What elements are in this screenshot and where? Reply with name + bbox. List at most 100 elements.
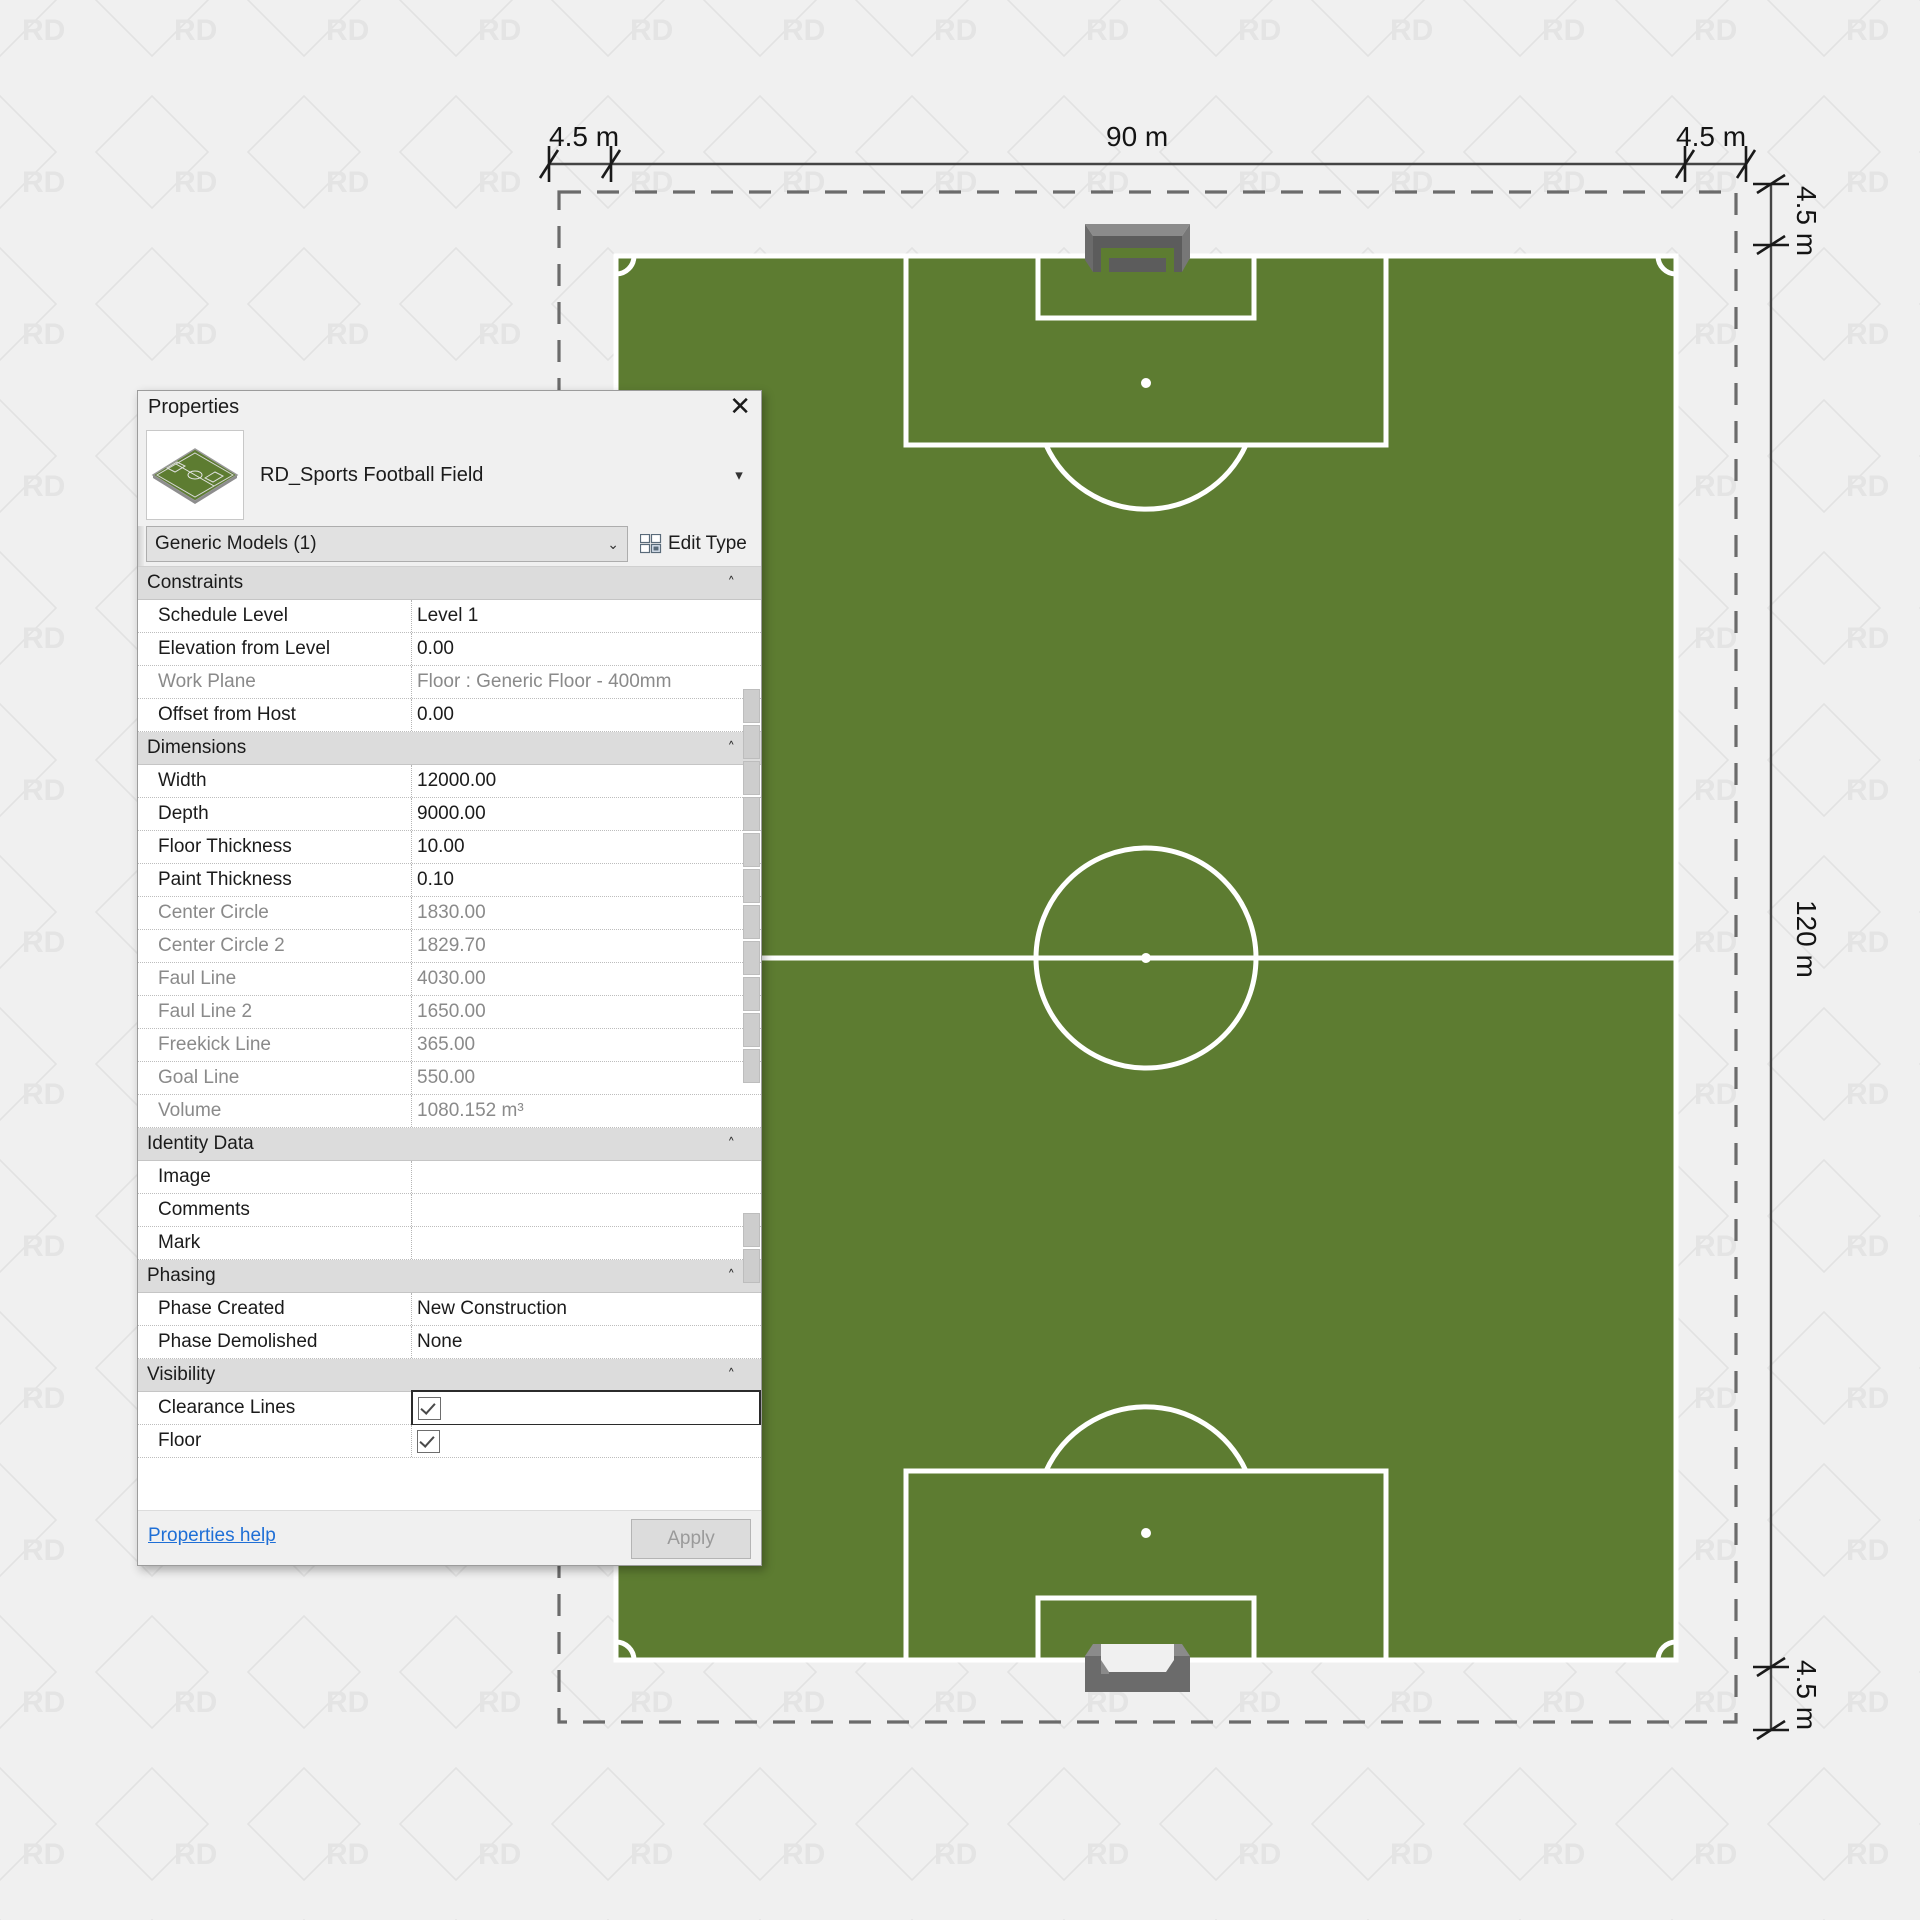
scrollbar-thumb[interactable] bbox=[743, 797, 760, 831]
parameter-grid-scrollbar[interactable] bbox=[743, 567, 761, 1510]
parameter-value[interactable]: 1829.70 bbox=[411, 930, 761, 962]
checkbox[interactable] bbox=[417, 1430, 440, 1453]
dim-label-right-length: 120 m bbox=[1791, 900, 1822, 978]
parameter-value[interactable] bbox=[411, 1194, 761, 1226]
parameter-row[interactable]: Mark bbox=[138, 1227, 761, 1260]
parameter-row[interactable]: Goal Line550.00 bbox=[138, 1062, 761, 1095]
chevron-down-icon[interactable]: ⌄ bbox=[607, 536, 619, 553]
parameter-value[interactable] bbox=[411, 1390, 761, 1426]
parameter-value[interactable]: 0.00 bbox=[411, 633, 761, 665]
parameter-value[interactable]: New Construction bbox=[411, 1293, 761, 1325]
scrollbar-thumb[interactable] bbox=[743, 689, 760, 723]
parameter-grid[interactable]: Constraints˄Schedule LevelLevel 1Elevati… bbox=[138, 566, 761, 1510]
parameter-name: Faul Line 2 bbox=[138, 1001, 411, 1023]
parameter-row[interactable]: Volume1080.152 m³ bbox=[138, 1095, 761, 1128]
parameter-value[interactable] bbox=[411, 1425, 761, 1457]
parameter-row[interactable]: Schedule LevelLevel 1 bbox=[138, 600, 761, 633]
parameter-row[interactable]: Paint Thickness0.10 bbox=[138, 864, 761, 897]
category-select[interactable]: Generic Models (1) ⌄ bbox=[146, 526, 628, 562]
parameter-value[interactable]: 10.00 bbox=[411, 831, 761, 863]
chevron-down-icon[interactable]: ▾ bbox=[729, 466, 749, 484]
collapse-icon[interactable]: ˄ bbox=[728, 1366, 736, 1384]
edit-type-label: Edit Type bbox=[668, 533, 747, 555]
parameter-name: Mark bbox=[138, 1232, 411, 1254]
parameter-value[interactable]: 0.00 bbox=[411, 699, 761, 731]
collapse-icon[interactable]: ˄ bbox=[728, 739, 736, 757]
parameter-group-label: Identity Data bbox=[138, 1133, 254, 1155]
parameter-row[interactable]: Center Circle 21829.70 bbox=[138, 930, 761, 963]
scrollbar-thumb[interactable] bbox=[743, 725, 760, 759]
parameter-row[interactable]: Freekick Line365.00 bbox=[138, 1029, 761, 1062]
scrollbar-thumb[interactable] bbox=[743, 1013, 760, 1047]
scrollbar-thumb[interactable] bbox=[743, 1213, 760, 1247]
parameter-value[interactable] bbox=[411, 1161, 761, 1193]
properties-help-link[interactable]: Properties help bbox=[148, 1525, 276, 1547]
checkbox[interactable] bbox=[418, 1397, 441, 1420]
dim-label-top-width: 90 m bbox=[1106, 121, 1168, 152]
scrollbar-thumb[interactable] bbox=[743, 905, 760, 939]
collapse-icon[interactable]: ˄ bbox=[728, 1135, 736, 1153]
parameter-row[interactable]: Floor bbox=[138, 1425, 761, 1458]
parameter-row[interactable]: Floor Thickness10.00 bbox=[138, 831, 761, 864]
scrollbar-thumb[interactable] bbox=[743, 1049, 760, 1083]
parameter-value[interactable]: 9000.00 bbox=[411, 798, 761, 830]
dim-label-right-top-clearance: 4.5 m bbox=[1791, 186, 1822, 256]
parameter-value[interactable]: Level 1 bbox=[411, 600, 761, 632]
close-icon[interactable]: ✕ bbox=[729, 391, 751, 423]
parameter-group-label: Phasing bbox=[138, 1265, 216, 1287]
parameter-group-header[interactable]: Dimensions˄ bbox=[138, 732, 761, 765]
page-title: Properties bbox=[148, 396, 239, 419]
parameter-row[interactable]: Depth9000.00 bbox=[138, 798, 761, 831]
parameter-value[interactable]: None bbox=[411, 1326, 761, 1358]
parameter-group-header[interactable]: Phasing ˄ bbox=[138, 1260, 761, 1293]
parameter-value[interactable]: 12000.00 bbox=[411, 765, 761, 797]
scrollbar-thumb[interactable] bbox=[743, 977, 760, 1011]
parameter-group-header[interactable]: Constraints˄ bbox=[138, 567, 761, 600]
parameter-row[interactable]: Offset from Host0.00 bbox=[138, 699, 761, 732]
parameter-row[interactable]: Phase CreatedNew Construction bbox=[138, 1293, 761, 1326]
parameter-group-header[interactable]: Visibility˄ bbox=[138, 1359, 761, 1392]
parameter-row[interactable]: Comments bbox=[138, 1194, 761, 1227]
properties-titlebar[interactable]: Properties ✕ bbox=[138, 391, 761, 427]
parameter-value[interactable] bbox=[411, 1227, 761, 1259]
scrollbar-thumb[interactable] bbox=[743, 941, 760, 975]
parameter-value[interactable]: 1650.00 bbox=[411, 996, 761, 1028]
parameter-name: Elevation from Level bbox=[138, 638, 411, 660]
parameter-row[interactable]: Image bbox=[138, 1161, 761, 1194]
parameter-row[interactable]: Phase DemolishedNone bbox=[138, 1326, 761, 1359]
parameter-row[interactable]: Clearance Lines bbox=[138, 1392, 761, 1425]
parameter-row[interactable]: Faul Line 21650.00 bbox=[138, 996, 761, 1029]
type-selector[interactable]: RD_Sports Football Field ▾ bbox=[138, 427, 761, 526]
parameter-name: Depth bbox=[138, 803, 411, 825]
collapse-icon[interactable]: ˄ bbox=[728, 1267, 736, 1285]
parameter-value[interactable]: 1080.152 m³ bbox=[411, 1095, 761, 1127]
scrollbar-thumb[interactable] bbox=[743, 869, 760, 903]
revit-canvas: RD bbox=[0, 0, 1920, 1920]
parameter-row[interactable]: Width12000.00 bbox=[138, 765, 761, 798]
properties-palette[interactable]: Properties ✕ RD_Sports Football Field ▾ bbox=[137, 390, 762, 1566]
collapse-icon[interactable]: ˄ bbox=[728, 574, 736, 592]
parameter-name: Goal Line bbox=[138, 1067, 411, 1089]
parameter-value[interactable]: 550.00 bbox=[411, 1062, 761, 1094]
scrollbar-thumb[interactable] bbox=[743, 761, 760, 795]
category-row: Generic Models (1) ⌄ Edit Type bbox=[138, 526, 761, 566]
parameter-row[interactable]: Center Circle1830.00 bbox=[138, 897, 761, 930]
parameter-group-header[interactable]: Identity Data ˄ bbox=[138, 1128, 761, 1161]
parameter-value[interactable]: 0.10 bbox=[411, 864, 761, 896]
parameter-value[interactable]: 1830.00 bbox=[411, 897, 761, 929]
parameter-row[interactable]: Elevation from Level0.00 bbox=[138, 633, 761, 666]
apply-button[interactable]: Apply bbox=[631, 1519, 751, 1559]
parameter-name: Clearance Lines bbox=[138, 1397, 411, 1419]
parameter-value[interactable]: 365.00 bbox=[411, 1029, 761, 1061]
scrollbar-thumb[interactable] bbox=[743, 1249, 760, 1283]
properties-footer: Properties help Apply bbox=[138, 1510, 761, 1565]
parameter-row[interactable]: Work PlaneFloor : Generic Floor - 400mm bbox=[138, 666, 761, 699]
edit-type-icon bbox=[640, 534, 662, 554]
parameter-name: Schedule Level bbox=[138, 605, 411, 627]
edit-type-button[interactable]: Edit Type bbox=[640, 526, 747, 562]
scrollbar-thumb[interactable] bbox=[743, 833, 760, 867]
parameter-value[interactable]: Floor : Generic Floor - 400mm bbox=[411, 666, 761, 698]
parameter-value[interactable]: 4030.00 bbox=[411, 963, 761, 995]
parameter-name: Center Circle bbox=[138, 902, 411, 924]
parameter-row[interactable]: Faul Line4030.00 bbox=[138, 963, 761, 996]
